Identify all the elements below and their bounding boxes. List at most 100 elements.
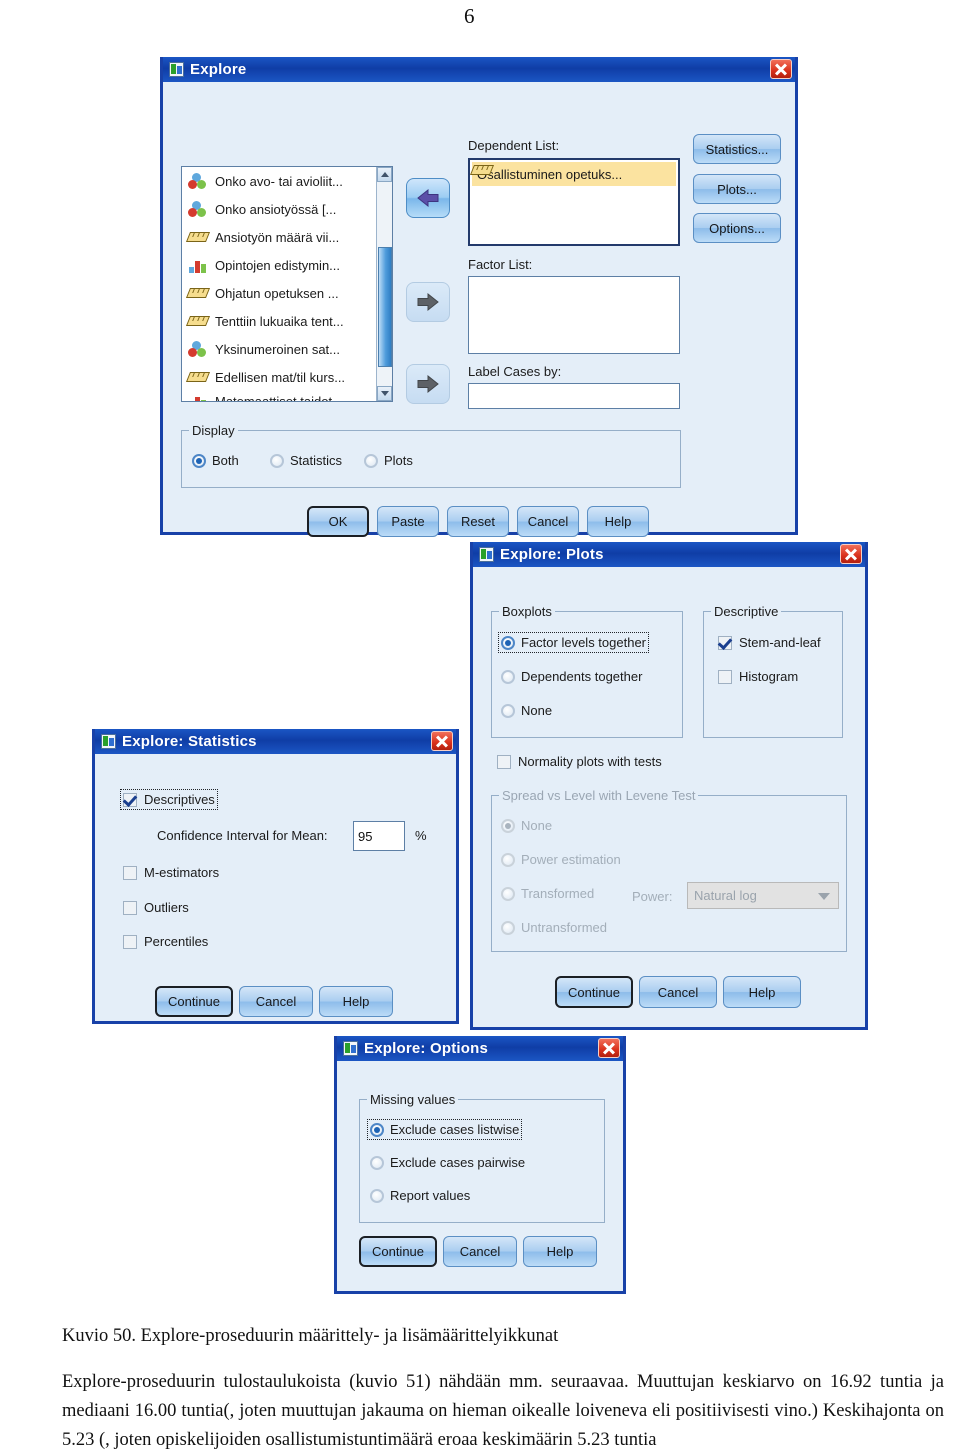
normality-plots-with-tests-checkbox[interactable]: Normality plots with tests bbox=[497, 754, 662, 769]
descriptive-group: Descriptive Stem-and-leaf Histogram bbox=[703, 604, 843, 738]
close-icon[interactable] bbox=[770, 59, 792, 79]
source-variable-list[interactable]: Onko avo- tai avioliit... Onko ansiotyös… bbox=[181, 166, 393, 402]
move-to-factor-list-button[interactable] bbox=[406, 282, 450, 322]
statistics-option-outliers[interactable]: Outliers bbox=[123, 900, 189, 915]
paste-button[interactable]: Paste bbox=[377, 506, 439, 537]
statistics-option-descriptives[interactable]: Descriptives bbox=[120, 789, 218, 810]
checkbox-indicator bbox=[123, 865, 137, 880]
radio-indicator bbox=[192, 453, 206, 468]
statistics-dialog-body: Descriptives Confidence Interval for Mea… bbox=[95, 754, 456, 1021]
confidence-interval-input[interactable]: 95 bbox=[353, 821, 405, 851]
confidence-interval-unit: % bbox=[415, 828, 427, 843]
list-item[interactable]: Onko ansiotyössä [... bbox=[182, 195, 376, 223]
radio-indicator bbox=[501, 818, 515, 833]
cancel-button[interactable]: Cancel bbox=[517, 506, 579, 537]
move-to-label-cases-button[interactable] bbox=[406, 364, 450, 404]
missing-values-group: Missing values Exclude cases listwise Ex… bbox=[359, 1092, 605, 1223]
spss-window-icon bbox=[343, 1041, 358, 1056]
display-option-plots[interactable]: Plots bbox=[364, 453, 413, 468]
factor-list-box[interactable] bbox=[468, 276, 680, 354]
plots-titlebar[interactable]: Explore: Plots bbox=[473, 542, 865, 567]
boxplots-option-dependents-together[interactable]: Dependents together bbox=[501, 669, 642, 684]
move-to-dependent-list-button[interactable] bbox=[406, 178, 450, 218]
descriptive-option-stem-and-leaf[interactable]: Stem-and-leaf bbox=[718, 635, 821, 650]
spread-option-untransformed[interactable]: Untransformed bbox=[501, 920, 607, 935]
display-option-statistics[interactable]: Statistics bbox=[270, 453, 342, 468]
radio-indicator bbox=[501, 886, 515, 901]
confidence-interval-label: Confidence Interval for Mean: bbox=[157, 828, 328, 843]
missing-values-option-exclude-listwise-label: Exclude cases listwise bbox=[390, 1122, 520, 1137]
statistics-button[interactable]: Statistics... bbox=[693, 134, 781, 164]
boxplots-option-none-label: None bbox=[521, 703, 553, 718]
help-button[interactable]: Help bbox=[587, 506, 649, 537]
cancel-button[interactable]: Cancel bbox=[239, 986, 313, 1017]
scrollbar-thumb[interactable] bbox=[378, 247, 392, 367]
statistics-option-m-estimators[interactable]: M-estimators bbox=[123, 865, 219, 880]
cancel-button[interactable]: Cancel bbox=[443, 1236, 517, 1267]
ok-button[interactable]: OK bbox=[307, 506, 369, 537]
explore-titlebar[interactable]: Explore bbox=[163, 57, 795, 82]
options-button[interactable]: Options... bbox=[693, 213, 781, 243]
list-item[interactable]: Edellisen mat/til kurs... bbox=[182, 363, 376, 391]
source-list-scrollbar[interactable] bbox=[376, 167, 392, 401]
statistics-option-outliers-label: Outliers bbox=[144, 900, 189, 915]
missing-values-group-title: Missing values bbox=[367, 1092, 459, 1107]
radio-indicator bbox=[270, 453, 284, 468]
spread-option-transformed[interactable]: Transformed bbox=[501, 886, 594, 901]
dependent-list-item[interactable]: Osallistuminen opetuks... bbox=[470, 162, 676, 186]
list-item-label: Ohjatun opetuksen ... bbox=[215, 285, 339, 301]
display-option-both[interactable]: Both bbox=[192, 453, 239, 468]
scroll-up-icon[interactable] bbox=[377, 167, 392, 182]
dependent-list-box[interactable]: Osallistuminen opetuks... bbox=[468, 158, 680, 246]
spread-option-power-estimation[interactable]: Power estimation bbox=[501, 852, 621, 867]
boxplots-group: Boxplots Factor levels together Dependen… bbox=[491, 604, 683, 738]
factor-list-label: Factor List: bbox=[468, 257, 533, 272]
statistics-option-percentiles[interactable]: Percentiles bbox=[123, 934, 208, 949]
descriptive-option-histogram[interactable]: Histogram bbox=[718, 669, 798, 684]
list-item[interactable]: Onko avo- tai avioliit... bbox=[182, 167, 376, 195]
list-item-label: Onko ansiotyössä [... bbox=[215, 201, 337, 217]
boxplots-option-factor-levels-together[interactable]: Factor levels together bbox=[497, 632, 650, 653]
boxplots-option-none[interactable]: None bbox=[501, 703, 552, 718]
label-cases-by-box[interactable] bbox=[468, 383, 680, 409]
missing-values-option-exclude-listwise[interactable]: Exclude cases listwise bbox=[366, 1119, 523, 1140]
missing-values-option-exclude-pairwise[interactable]: Exclude cases pairwise bbox=[370, 1155, 525, 1170]
radio-indicator bbox=[370, 1122, 384, 1137]
list-item[interactable]: Yksinumeroinen sat... bbox=[182, 335, 376, 363]
scroll-down-icon[interactable] bbox=[377, 386, 392, 401]
scale-icon bbox=[185, 313, 211, 330]
help-button[interactable]: Help bbox=[319, 986, 393, 1017]
statistics-titlebar[interactable]: Explore: Statistics bbox=[95, 729, 456, 754]
continue-button[interactable]: Continue bbox=[359, 1236, 437, 1267]
explore-statistics-dialog: Explore: Statistics Descriptives Confide… bbox=[92, 729, 459, 1024]
statistics-option-descriptives-label: Descriptives bbox=[144, 792, 215, 807]
list-item[interactable]: Matemaattiset taidot bbox=[182, 391, 376, 401]
close-icon[interactable] bbox=[431, 731, 453, 751]
power-transform-select[interactable]: Natural log bbox=[687, 882, 839, 909]
spread-option-power-estimation-label: Power estimation bbox=[521, 852, 621, 867]
missing-values-option-report-values[interactable]: Report values bbox=[370, 1188, 470, 1203]
close-icon[interactable] bbox=[598, 1038, 620, 1058]
checkbox-indicator bbox=[718, 635, 732, 650]
options-titlebar[interactable]: Explore: Options bbox=[337, 1036, 623, 1061]
list-item[interactable]: Ohjatun opetuksen ... bbox=[182, 279, 376, 307]
continue-button[interactable]: Continue bbox=[555, 976, 633, 1008]
close-icon[interactable] bbox=[840, 544, 862, 564]
statistics-dialog-title: Explore: Statistics bbox=[122, 733, 257, 750]
boxplots-option-factor-levels-together-label: Factor levels together bbox=[521, 635, 647, 650]
figure-caption: Kuvio 50. Explore-proseduurin määrittely… bbox=[62, 1326, 559, 1346]
list-item[interactable]: Ansiotyön määrä vii... bbox=[182, 223, 376, 251]
list-item[interactable]: Opintojen edistymin... bbox=[182, 251, 376, 279]
continue-button[interactable]: Continue bbox=[155, 986, 233, 1017]
spread-vs-level-group-title: Spread vs Level with Levene Test bbox=[499, 788, 699, 803]
cancel-button[interactable]: Cancel bbox=[639, 976, 717, 1008]
help-button[interactable]: Help bbox=[523, 1236, 597, 1267]
help-button[interactable]: Help bbox=[723, 976, 801, 1008]
ordinal-icon bbox=[188, 393, 209, 401]
spread-option-none[interactable]: None bbox=[501, 818, 552, 833]
reset-button[interactable]: Reset bbox=[447, 506, 509, 537]
list-item[interactable]: Tenttiin lukuaika tent... bbox=[182, 307, 376, 335]
plots-button[interactable]: Plots... bbox=[693, 174, 781, 204]
display-option-both-label: Both bbox=[212, 453, 239, 468]
missing-values-option-exclude-pairwise-label: Exclude cases pairwise bbox=[390, 1155, 526, 1170]
